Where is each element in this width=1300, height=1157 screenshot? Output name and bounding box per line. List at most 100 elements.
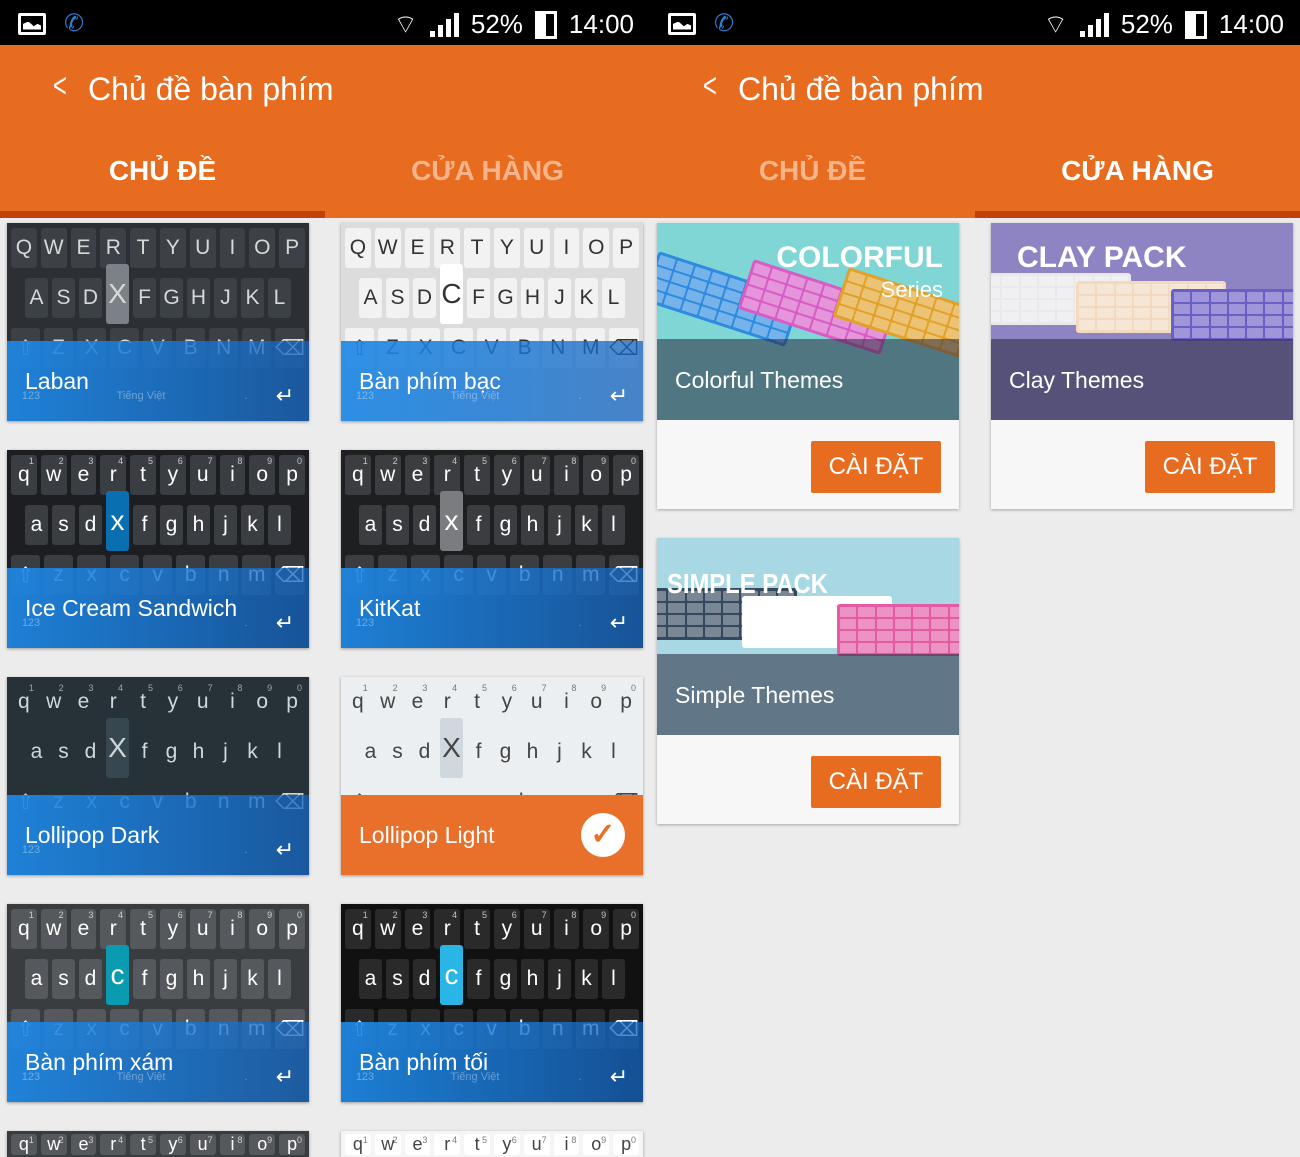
key: L — [602, 278, 625, 318]
key: o9 — [249, 682, 276, 722]
store-card[interactable]: SIMPLE PACK Simple Themes CÀI ĐẶT — [657, 538, 959, 824]
key: u7 — [523, 909, 550, 949]
key: j — [548, 732, 571, 772]
key: y6 — [493, 455, 520, 495]
key: f — [133, 732, 156, 772]
period-key: . — [578, 617, 582, 629]
theme-card[interactable]: q1w2e3r4t5y6u7i8o9p0asdxfghjkl⇧zxcvbnm⌫I… — [7, 450, 309, 648]
key: e3 — [404, 682, 431, 722]
key: A — [359, 278, 382, 318]
theme-card[interactable]: q1w2e3r4t5y6u7i8o9p0 — [341, 1131, 643, 1157]
key: q1 — [345, 1134, 371, 1155]
theme-card[interactable]: q1w2e3r4t5y6u7i8o9p0 — [7, 1131, 309, 1157]
status-bar: ✆ ⌔ 52% 14:00 — [0, 0, 650, 45]
key: a — [359, 505, 382, 545]
key: w2 — [374, 455, 401, 495]
key: r4 — [100, 909, 127, 949]
key: u7 — [523, 682, 550, 722]
key: F — [467, 278, 490, 318]
key: R — [434, 228, 461, 268]
key: g — [160, 732, 183, 772]
enter-icon: ↵ — [609, 1064, 629, 1089]
store-card-image: COLORFUL Series Colorful Themes — [657, 223, 959, 420]
key: T — [464, 228, 490, 268]
enter-icon: ↵ — [609, 383, 629, 408]
key: p0 — [613, 455, 639, 495]
brand-logo: COLORFUL — [776, 241, 943, 274]
key-highlighted: c — [440, 945, 463, 1005]
page-title: Chủ đề bàn phím — [738, 71, 984, 107]
key-highlighted: X — [106, 718, 129, 778]
num-key: 123 — [21, 1071, 41, 1083]
bottom-key-row: 123. ↵ — [11, 833, 305, 867]
key: D — [79, 278, 102, 318]
theme-card[interactable]: q1w2e3r4t5y6u7i8o9p0asdcfghjkl⇧zxcvbnm⌫B… — [341, 904, 643, 1102]
store-card[interactable]: CLAY PACK Clay Themes CÀI ĐẶT — [991, 223, 1293, 509]
key: l — [268, 732, 291, 772]
enter-icon: ↵ — [275, 837, 295, 862]
key: u7 — [523, 455, 550, 495]
key: o9 — [583, 909, 610, 949]
theme-card[interactable]: q1w2e3r4t5y6u7i8o9p0asdXfghjkl⇧zxcvbnm⌫L… — [341, 677, 643, 875]
key: w2 — [40, 682, 67, 722]
key: j — [548, 959, 571, 999]
key: f — [467, 732, 490, 772]
key: w2 — [40, 455, 67, 495]
page-title: Chủ đề bàn phím — [88, 71, 334, 107]
bottom-key-row: 123 Tiếng Việt. ↵ — [11, 1060, 305, 1094]
key: u7 — [189, 909, 216, 949]
key: r4 — [100, 455, 127, 495]
key: s — [386, 505, 409, 545]
chevron-left-icon[interactable]: < — [53, 67, 67, 106]
key: y6 — [493, 1134, 520, 1155]
key: u7 — [189, 682, 216, 722]
key: Y — [493, 228, 520, 268]
image-icon — [668, 12, 696, 35]
theme-card[interactable]: q1w2e3r4t5y6u7i8o9p0asdcfghjkl⇧zxcvbnm⌫B… — [7, 904, 309, 1102]
theme-card[interactable]: q1w2e3r4t5y6u7i8o9p0asdxfghjkl⇧zxcvbnm⌫K… — [341, 450, 643, 648]
key: o9 — [583, 1134, 610, 1155]
key: d — [413, 959, 436, 999]
key: k — [575, 505, 598, 545]
key: i8 — [219, 455, 246, 495]
tab-store[interactable]: CỬA HÀNG — [975, 138, 1300, 218]
store-card[interactable]: COLORFUL Series Colorful Themes CÀI ĐẶT — [657, 223, 959, 509]
key: G — [494, 278, 517, 318]
bottom-key-row: 123 Tiếng Việt. ↵ — [11, 379, 305, 413]
key: I — [219, 228, 246, 268]
install-button[interactable]: CÀI ĐẶT — [811, 441, 941, 493]
bottom-key-row: 123. ↵ — [345, 606, 639, 640]
key: e3 — [70, 909, 97, 949]
key: f — [467, 959, 490, 999]
key: y6 — [159, 909, 186, 949]
key: U — [523, 228, 550, 268]
theme-card[interactable]: QWERTYUIOPASDXFGHJKL⇧ZXCVBNM⌫Laban123Tiế… — [7, 223, 309, 421]
tab-store[interactable]: CỬA HÀNG — [325, 138, 650, 218]
battery-text: 52% — [1120, 9, 1173, 39]
theme-card[interactable]: QWERTYUIOPASDCFGHJKL⇧ZXCVBNM⌫Bàn phím bạ… — [341, 223, 643, 421]
key: d — [79, 959, 102, 999]
chevron-left-icon[interactable]: < — [703, 67, 717, 106]
tab-themes[interactable]: CHỦ ĐỀ — [650, 138, 975, 218]
key: W — [374, 228, 401, 268]
signal-icon — [1079, 12, 1109, 37]
theme-card[interactable]: q1w2e3r4t5y6u7i8o9p0asdXfghjkl⇧zxcvbnm⌫L… — [7, 677, 309, 875]
time: 14:00 — [568, 9, 634, 39]
key: g — [494, 732, 517, 772]
store-theme-name: Clay Themes — [1009, 367, 1145, 393]
key: E — [404, 228, 431, 268]
period-key: . — [244, 1071, 248, 1083]
key: h — [187, 732, 210, 772]
key: i8 — [219, 682, 246, 722]
theme-label-band: Lollipop Light ✓ — [341, 795, 643, 875]
keyboard-preview — [837, 604, 959, 656]
key: d — [79, 732, 102, 772]
key: Q — [11, 228, 37, 268]
num-key: 123 — [355, 390, 375, 402]
key: p0 — [613, 682, 639, 722]
tab-themes[interactable]: CHỦ ĐỀ — [0, 138, 325, 218]
install-button[interactable]: CÀI ĐẶT — [1145, 441, 1275, 493]
key: k — [241, 505, 264, 545]
install-button[interactable]: CÀI ĐẶT — [811, 756, 941, 808]
key: l — [268, 959, 291, 999]
